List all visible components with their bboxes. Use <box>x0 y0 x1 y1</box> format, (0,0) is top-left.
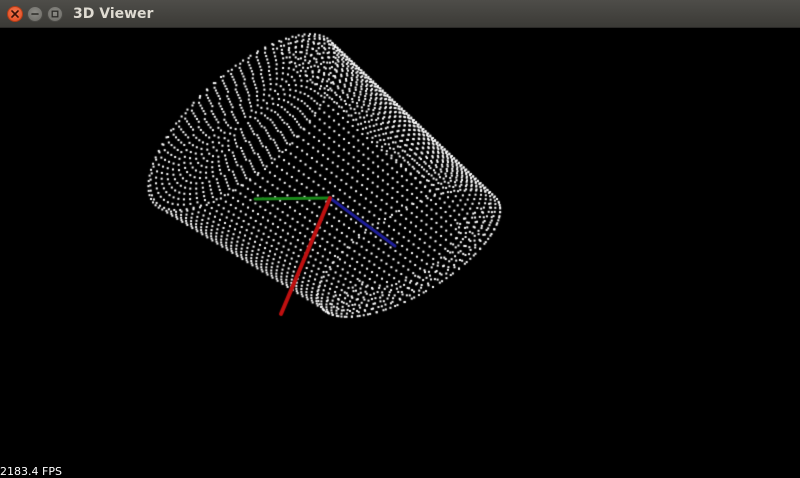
minimize-button[interactable] <box>27 6 43 22</box>
point-cloud-canvas[interactable] <box>0 28 800 478</box>
maximize-icon <box>51 10 59 18</box>
fps-counter: 2183.4 FPS <box>0 465 62 478</box>
maximize-button[interactable] <box>47 6 63 22</box>
viewer-window: 3D Viewer 2183.4 FPS <box>0 0 800 478</box>
close-icon <box>11 10 19 18</box>
title-bar[interactable]: 3D Viewer <box>0 0 800 28</box>
3d-viewport[interactable]: 2183.4 FPS <box>0 28 800 478</box>
window-title: 3D Viewer <box>73 6 154 22</box>
minimize-icon <box>31 13 39 15</box>
close-button[interactable] <box>7 6 23 22</box>
